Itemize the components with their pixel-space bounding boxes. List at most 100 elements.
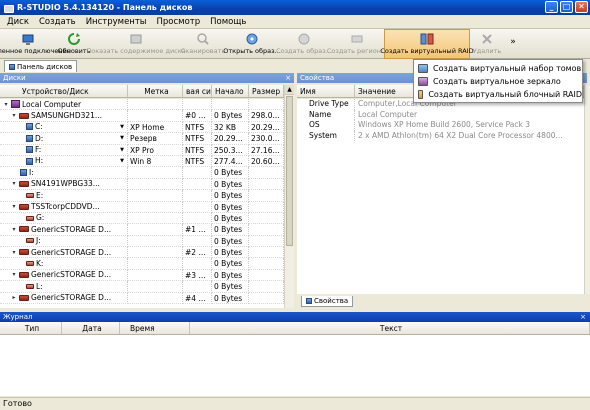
col-time[interactable]: Время (120, 322, 190, 334)
menu-tools[interactable]: Инструменты (81, 17, 152, 27)
chevron-down-icon: ▼ (120, 146, 124, 153)
create-region-button[interactable]: Создать регион... (327, 29, 387, 59)
tree-row[interactable]: K: 0 Bytes (0, 258, 284, 270)
menu-item-block-raid[interactable]: Создать виртуальный блочный RAID (414, 88, 582, 101)
col-date[interactable]: Дата (62, 322, 120, 334)
tree-row[interactable]: H: ▼ Win 8 NTFS 277.4... 20.60... (0, 155, 284, 168)
col-name[interactable]: Имя (297, 85, 355, 97)
collapse-icon[interactable]: ▾ (11, 224, 17, 234)
property-row[interactable]: OS Windows XP Home Build 2600, Service P… (297, 120, 584, 131)
close-button[interactable]: ✕ (575, 1, 588, 13)
show-contents-icon (129, 32, 143, 46)
col-fs[interactable]: вая си (183, 85, 212, 97)
properties-vertical-scrollbar[interactable] (584, 85, 590, 294)
tab-disk-panel[interactable]: Панель дисков (4, 60, 78, 72)
disks-vertical-scrollbar[interactable]: ▲ (284, 85, 294, 308)
show-contents-button[interactable]: Показать содержимое диска (86, 29, 186, 59)
collapse-icon[interactable]: ▾ (11, 202, 17, 212)
drive-icon (26, 238, 34, 244)
block-raid-icon (418, 90, 424, 99)
journal-header: Журнал × (0, 312, 590, 322)
expand-icon[interactable]: ▸ (11, 293, 17, 303)
col-start[interactable]: Начало (212, 85, 249, 97)
tree-row[interactable]: ▸ GenericSTORAGE D... #4 ... 0 Bytes (0, 292, 284, 305)
col-type[interactable]: Тип (0, 322, 62, 334)
partition-icon (26, 123, 33, 131)
scroll-up-icon[interactable]: ▲ (285, 85, 294, 95)
hard-disk-icon (19, 180, 29, 187)
menu-help[interactable]: Помощь (205, 17, 251, 27)
open-image-icon (245, 32, 259, 46)
partition-icon (26, 134, 33, 142)
virtual-raid-button[interactable]: Создать виртуальный RAID (380, 29, 474, 59)
drive-icon (26, 283, 34, 289)
menu-bar: Диск Создать Инструменты Просмотр Помощь (0, 15, 590, 29)
tree-row[interactable]: ▾ SN4191WPBG33... 0 Bytes (0, 178, 284, 191)
scan-button[interactable]: Сканировать (180, 29, 226, 59)
tree-row[interactable]: J: 0 Bytes (0, 235, 284, 248)
volume-set-icon (418, 64, 428, 73)
collapse-icon[interactable]: ▾ (11, 247, 17, 257)
scroll-thumb[interactable] (286, 96, 293, 246)
virtual-raid-dropdown: Создать виртуальный набор томов Создать … (413, 59, 583, 103)
partition-icon (26, 146, 33, 154)
tree-row[interactable]: E: 0 Bytes (0, 190, 284, 202)
col-size[interactable]: Размер (249, 85, 284, 97)
properties-tab-strip: Свойства (297, 296, 587, 309)
disks-grid-header: Устройство/Диск Метка вая си Начало Разм… (0, 85, 284, 98)
tree-row[interactable]: D: ▼ Резерв NTFS 20.29... 230.0... (0, 133, 284, 145)
tree-row[interactable]: ▾ Local Computer (0, 99, 284, 111)
chevron-down-icon: ▼ (120, 157, 124, 164)
title-bar: R-STUDIO 5.4.134120 - Панель дисков _ □ … (0, 0, 590, 15)
tree-row[interactable]: ▾ GenericSTORAGE D... #3 ... 0 Bytes (0, 269, 284, 282)
open-image-button[interactable]: Открыть образ... (223, 29, 281, 59)
create-image-icon (297, 32, 311, 46)
col-device[interactable]: Устройство/Диск (0, 85, 128, 97)
virtual-raid-icon (420, 32, 434, 46)
journal-close-icon[interactable]: × (580, 312, 586, 322)
tree-row[interactable]: L: 0 Bytes (0, 281, 284, 293)
menu-view[interactable]: Просмотр (152, 17, 206, 27)
collapse-icon[interactable]: ▾ (11, 270, 17, 280)
col-text[interactable]: Текст (190, 322, 590, 334)
property-row[interactable]: System 2 x AMD Athlon(tm) 64 X2 Dual Cor… (297, 130, 584, 141)
menu-disk[interactable]: Диск (2, 17, 34, 27)
remote-connect-button[interactable]: Удаленное подключение (0, 29, 71, 59)
card-reader-icon (19, 272, 29, 279)
computer-icon (11, 100, 20, 109)
menu-item-mirror[interactable]: Создать виртуальное зеркало (414, 75, 582, 88)
menu-item-volume-set[interactable]: Создать виртуальный набор томов (414, 62, 582, 75)
tree-row[interactable]: ▾ SAMSUNGHD321... #0 ... 0 Bytes 298.0... (0, 110, 284, 122)
tree-row[interactable]: F: ▼ XP Pro NTFS 250.3... 27.16... (0, 144, 284, 156)
tree-row[interactable]: ▾ GenericSTORAGE D... #2 ... 0 Bytes (0, 247, 284, 259)
create-region-icon (350, 32, 364, 46)
tree-row[interactable]: G: 0 Bytes (0, 212, 284, 225)
collapse-icon[interactable]: ▾ (3, 99, 9, 109)
tree-row[interactable]: ▾ GenericSTORAGE D... #1 ... 0 Bytes (0, 224, 284, 236)
menu-create[interactable]: Создать (34, 17, 81, 27)
collapse-icon[interactable]: ▾ (11, 179, 17, 189)
tab-properties[interactable]: Свойства (301, 296, 354, 307)
disks-panel-close-icon[interactable]: × (285, 73, 291, 83)
col-label[interactable]: Метка (128, 85, 183, 97)
status-bar: Готово (0, 397, 590, 410)
card-reader-icon (19, 249, 29, 256)
toolbar-overflow-button[interactable]: » (504, 29, 522, 47)
delete-button[interactable]: Удалить (470, 29, 504, 59)
disks-panel-header: Диски × (0, 73, 294, 83)
collapse-icon[interactable]: ▾ (11, 110, 17, 120)
optical-drive-icon (19, 203, 29, 210)
properties-list: Drive Type Computer,Local Computer Name … (297, 99, 584, 294)
tree-row[interactable]: ▾ TSSTcorpCDDVD... 0 Bytes (0, 201, 284, 213)
tree-row[interactable]: C: ▼ XP Home NTFS 32 KB 20.29... (0, 121, 284, 134)
tree-row[interactable]: I: 0 Bytes (0, 167, 284, 179)
journal-grid: Тип Дата Время Текст (0, 322, 590, 396)
create-image-button[interactable]: Создать образ... (276, 29, 332, 59)
journal-grid-header: Тип Дата Время Текст (0, 322, 590, 335)
maximize-button[interactable]: □ (560, 1, 573, 13)
mirror-icon (418, 77, 428, 86)
minimize-button[interactable]: _ (545, 1, 558, 13)
refresh-icon (67, 32, 81, 46)
property-row[interactable]: Name Local Computer (297, 109, 584, 120)
app-icon (3, 3, 14, 13)
